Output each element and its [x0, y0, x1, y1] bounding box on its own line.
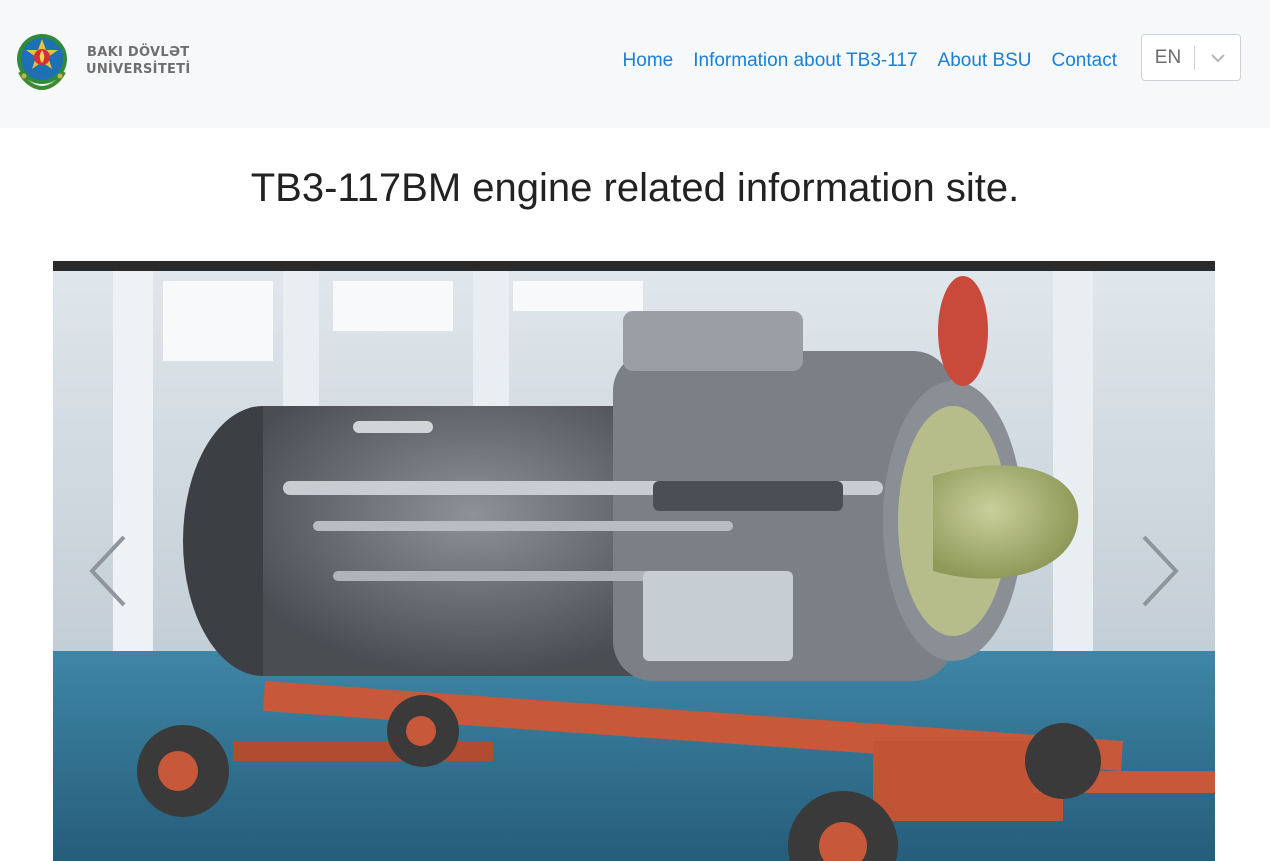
- nav-home[interactable]: Home: [623, 50, 674, 72]
- state-emblem-icon: [17, 34, 67, 90]
- nav-contact[interactable]: Contact: [1052, 50, 1117, 72]
- main-nav: Home Information about TB3-117 About BSU…: [623, 50, 1117, 72]
- chevron-right-icon: [1142, 535, 1179, 607]
- nav-about-bsu[interactable]: About BSU: [938, 50, 1032, 72]
- brand-logo[interactable]: BAKI DÖVLƏT UNİVERSİTETİ: [14, 32, 190, 90]
- chevron-down-icon[interactable]: [1195, 53, 1240, 63]
- language-selected-value: EN: [1154, 46, 1182, 68]
- page-title: TB3-117BM engine related information sit…: [250, 166, 1020, 210]
- university-name-line2: UNİVERSİTETİ: [86, 62, 191, 77]
- image-carousel: [53, 261, 1215, 861]
- carousel-top-border: [53, 261, 1215, 271]
- university-name: BAKI DÖVLƏT UNİVERSİTETİ: [86, 44, 190, 78]
- engine-slide-image: [53, 271, 1215, 861]
- navbar: BAKI DÖVLƏT UNİVERSİTETİ Home Informatio…: [0, 0, 1270, 128]
- nav-information-tb3-117[interactable]: Information about TB3-117: [693, 50, 917, 72]
- carousel-next-button[interactable]: [1135, 531, 1185, 611]
- university-name-line1: BAKI DÖVLƏT: [87, 45, 190, 60]
- language-select[interactable]: EN: [1141, 34, 1241, 81]
- chevron-left-icon: [89, 535, 126, 607]
- carousel-prev-button[interactable]: [83, 531, 133, 611]
